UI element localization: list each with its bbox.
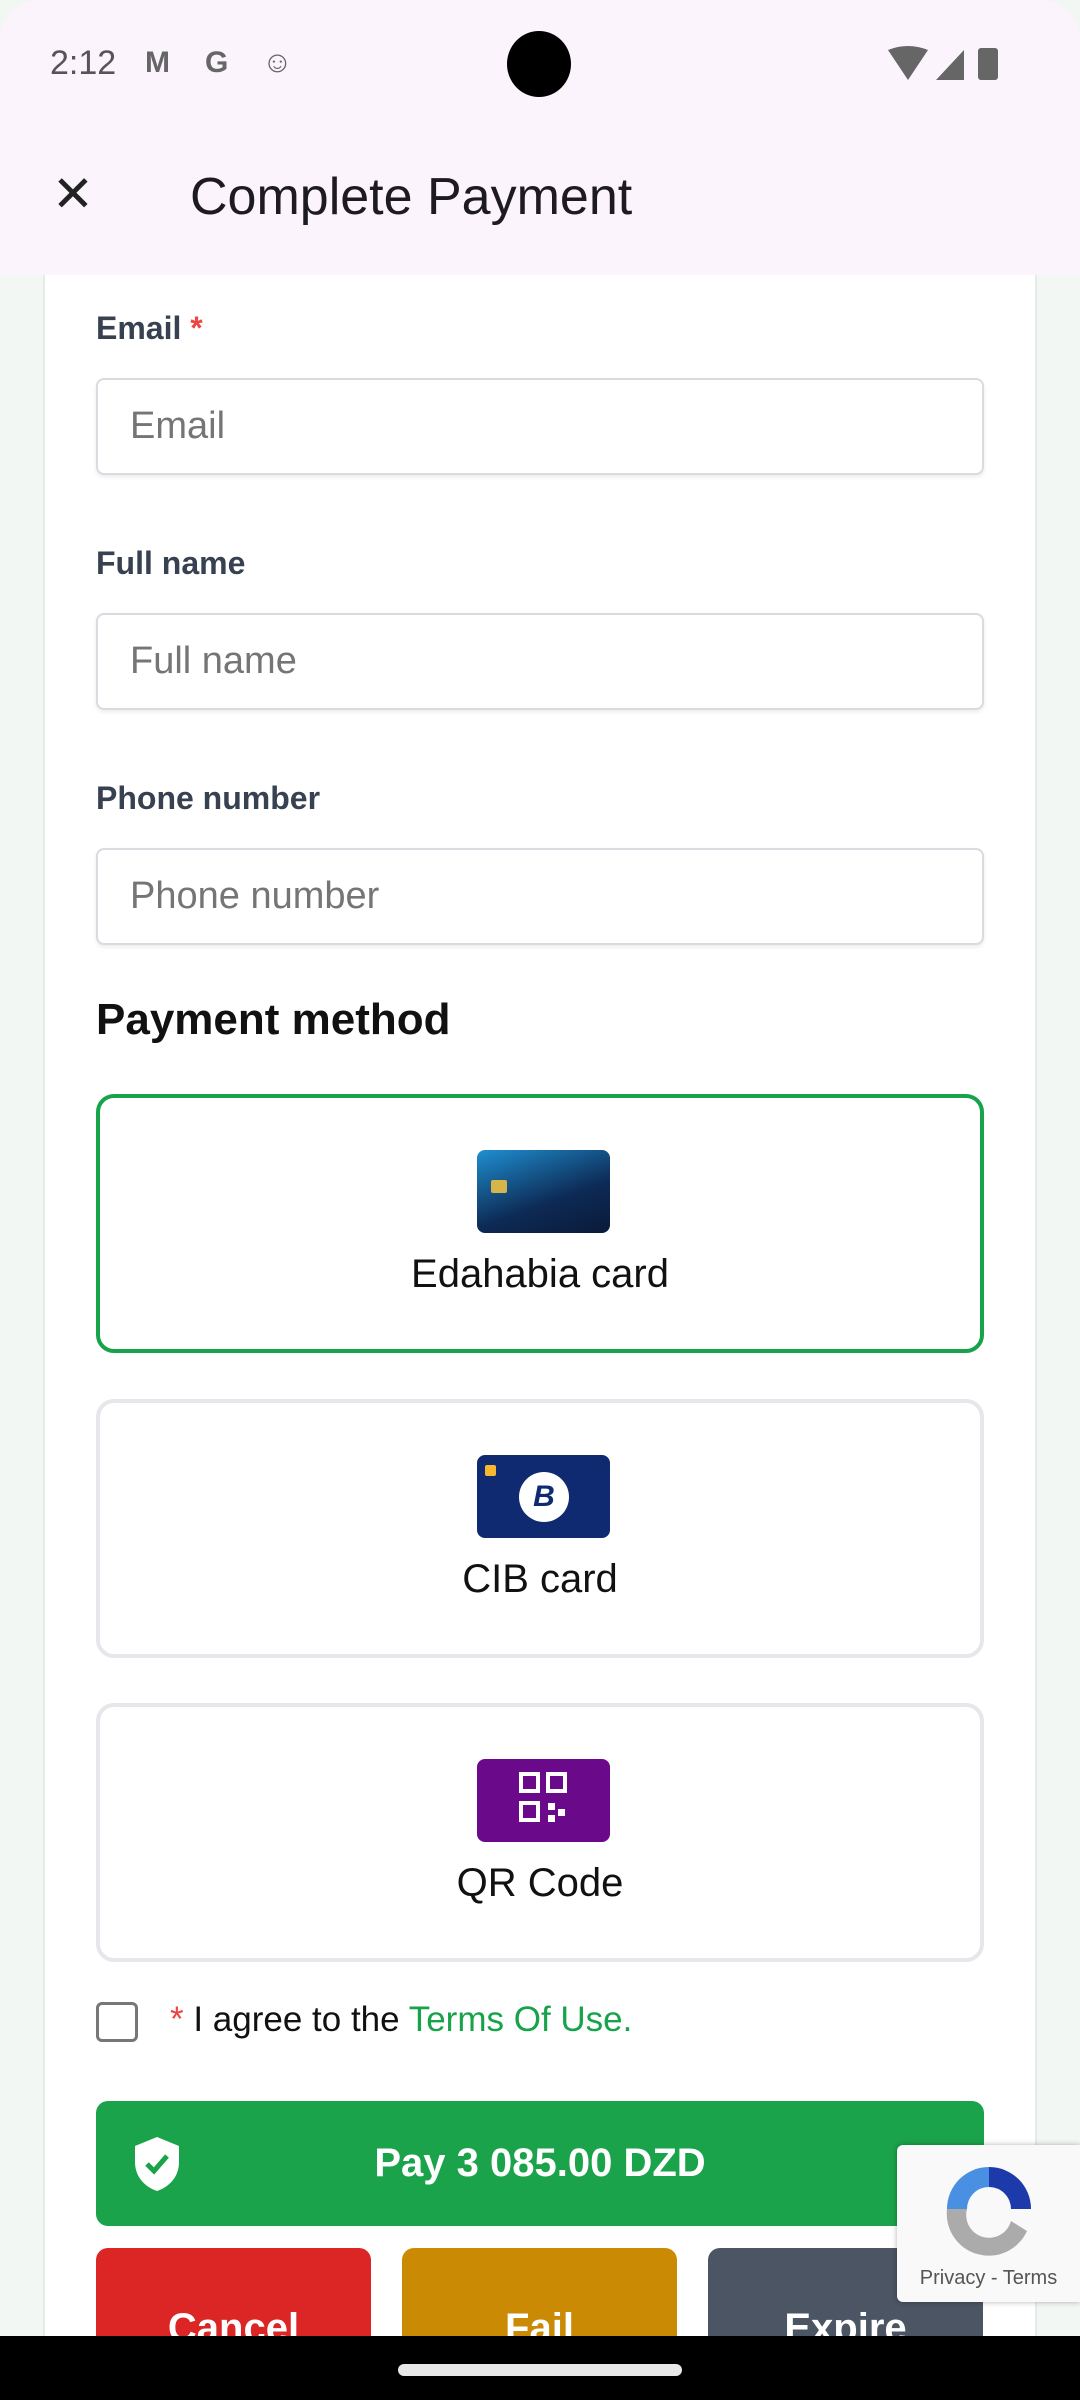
camera-cutout — [507, 31, 571, 97]
pay-button-label: Pay 3 085.00 DZD — [374, 2141, 706, 2185]
phone-field[interactable] — [96, 848, 984, 945]
terms-link[interactable]: Terms Of Use. — [409, 2000, 633, 2039]
navigation-bar — [0, 2336, 1080, 2400]
option-label: CIB card — [462, 1557, 618, 1601]
option-label: QR Code — [456, 1861, 624, 1905]
wifi-icon — [888, 46, 998, 80]
recaptcha-icon — [946, 2167, 1031, 2256]
google-icon: G — [205, 46, 229, 79]
email-label: Email * — [96, 310, 203, 346]
close-icon[interactable]: ✕ — [40, 161, 106, 227]
status-time: 2:12 — [50, 44, 117, 82]
battery-icon — [978, 48, 998, 80]
gmail-icon: M — [145, 46, 170, 79]
phone-label: Phone number — [96, 780, 321, 816]
payment-method-heading: Payment method — [96, 995, 451, 1044]
terms-checkbox[interactable] — [96, 2002, 138, 2042]
cat-icon: ☺ — [262, 46, 293, 79]
edahabia-card-icon — [477, 1150, 610, 1233]
shield-check-icon — [135, 2137, 179, 2191]
terms-agreement: * I agree to the Terms Of Use. — [170, 2000, 633, 2039]
full-name-field[interactable] — [96, 613, 984, 710]
home-handle[interactable] — [398, 2364, 682, 2376]
cib-card-icon: B — [477, 1455, 610, 1538]
app-bar: ✕ Complete Payment — [0, 121, 1080, 275]
email-field[interactable] — [96, 378, 984, 475]
payment-option-cib[interactable]: B CIB card — [96, 1399, 984, 1658]
payment-option-edahabia[interactable]: Edahabia card — [96, 1094, 984, 1353]
recaptcha-terms-link[interactable]: Terms — [1003, 2267, 1057, 2289]
signal-icon — [936, 50, 964, 80]
full-name-label: Full name — [96, 545, 246, 581]
option-label: Edahabia card — [411, 1252, 669, 1296]
payment-option-qr[interactable]: QR Code — [96, 1703, 984, 1962]
status-bar: 2:12 M G ☺ — [0, 0, 1080, 121]
qr-code-icon — [477, 1759, 610, 1842]
recaptcha-badge[interactable]: Privacy - Terms — [897, 2145, 1080, 2302]
page-title: Complete Payment — [190, 168, 633, 226]
separator: - — [985, 2267, 1003, 2289]
recaptcha-privacy-link[interactable]: Privacy — [920, 2267, 986, 2289]
pay-button[interactable]: Pay 3 085.00 DZD — [96, 2101, 984, 2226]
